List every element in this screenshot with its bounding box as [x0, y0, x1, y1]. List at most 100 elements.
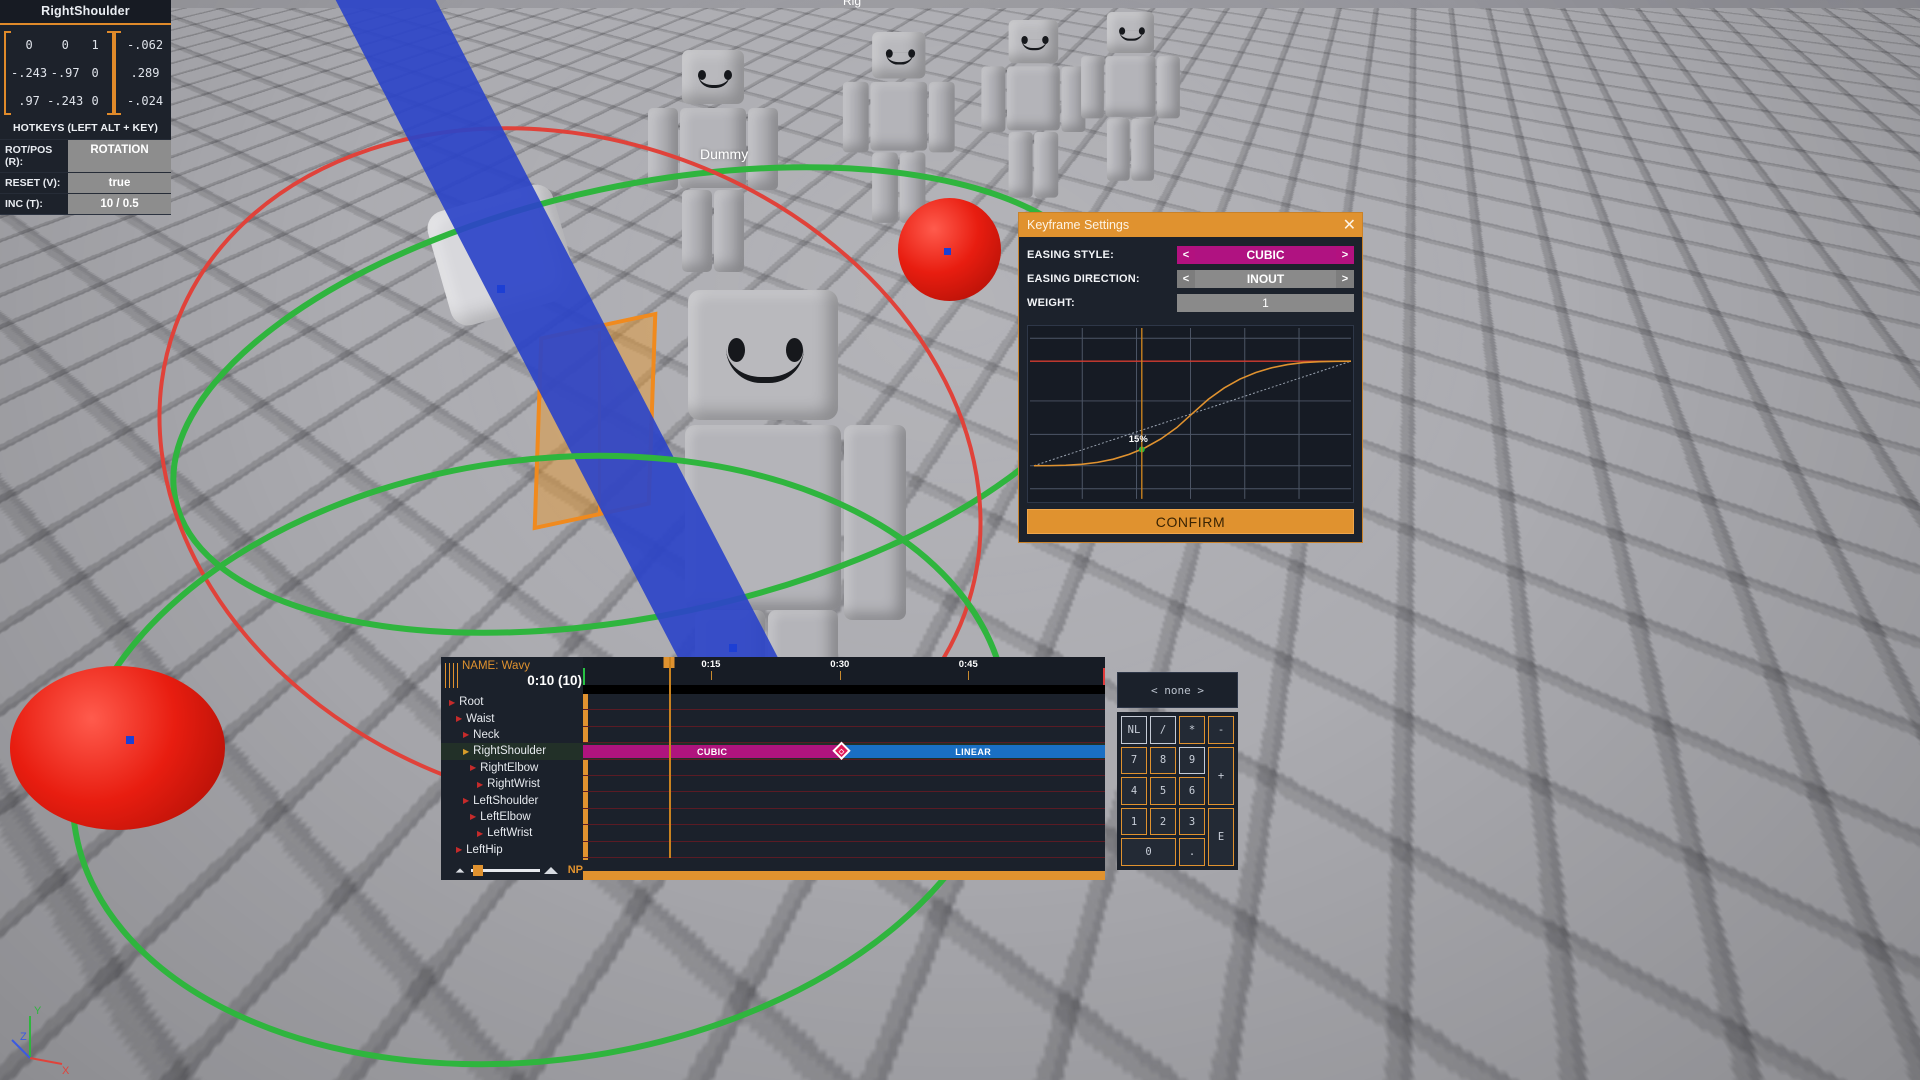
hotkey-row-reset[interactable]: RESET (V): true: [0, 172, 171, 193]
numpad-key-4[interactable]: 4: [1121, 777, 1147, 805]
rotation-handle-sphere[interactable]: [10, 666, 225, 830]
easing-curve-svg: [1029, 327, 1352, 499]
numpad-key-2[interactable]: 2: [1150, 807, 1176, 836]
bone-row-leftshoulder[interactable]: ▶ LeftShoulder: [441, 792, 583, 808]
3d-viewport[interactable]: Dummy Rig Z Y X: [0, 0, 1920, 1080]
expand-triangle-icon[interactable]: ▶: [449, 698, 455, 707]
hotkeys-header: HOTKEYS (LEFT ALT + KEY): [12, 122, 159, 134]
zoom-out-icon[interactable]: [455, 867, 465, 873]
expand-triangle-icon[interactable]: ▶: [456, 845, 462, 854]
transform-matrix: 0 0 1 -.243 -.97 0 .97 -.243 0 -.062 .28…: [0, 25, 171, 119]
timeline-ruler[interactable]: 0:15 0:30 0:45: [583, 657, 1105, 694]
track-row[interactable]: [583, 792, 1105, 808]
hotkey-label: RESET (V):: [5, 177, 61, 189]
track-row[interactable]: [583, 710, 1105, 726]
expand-triangle-icon[interactable]: ▶: [463, 730, 469, 739]
timeline-zoom-slider[interactable]: [471, 864, 540, 876]
timeline-bottom-accent: [583, 871, 1105, 880]
hotkey-value[interactable]: ROTATION: [68, 140, 171, 172]
bone-row-rightelbow[interactable]: ▶ RightElbow: [441, 760, 583, 776]
matrix-cell: -.243: [47, 94, 84, 108]
timeline-drag-grip[interactable]: [441, 657, 460, 694]
numpad-widget[interactable]: NL / * - 7 8 9 +4 5 6 1 2 3 E 0.: [1117, 712, 1238, 870]
app-root: Dummy Rig Z Y X RightShoulder 0 0 1 -.24…: [0, 0, 1920, 1080]
expand-triangle-icon[interactable]: ▶: [477, 829, 483, 838]
expand-triangle-icon[interactable]: ▶: [470, 812, 476, 821]
bone-name-label: LeftWrist: [487, 827, 533, 840]
track-row[interactable]: [583, 776, 1105, 792]
numpad-key-x[interactable]: +: [1208, 746, 1234, 805]
keyframe-settings-window[interactable]: Keyframe Settings ✕ EASING STYLE: < CUBI…: [1018, 212, 1363, 543]
bone-row-lefthip[interactable]: ▶ LeftHip: [441, 842, 583, 858]
bone-name-label: RightWrist: [487, 778, 540, 791]
easing-style-prev-button[interactable]: <: [1177, 246, 1195, 264]
track-row[interactable]: [583, 727, 1105, 743]
easing-direction-control[interactable]: < INOUT >: [1177, 270, 1354, 288]
easing-direction-next-button[interactable]: >: [1336, 270, 1354, 288]
easing-direction-value[interactable]: INOUT: [1195, 270, 1336, 288]
timeline-footer[interactable]: NP: [441, 860, 583, 880]
weight-input[interactable]: 1: [1177, 294, 1354, 312]
hotkey-row-rotpos[interactable]: ROT/POS (R): ROTATION: [0, 139, 171, 172]
bone-row-leftwrist[interactable]: ▶ LeftWrist: [441, 825, 583, 841]
easing-style-next-button[interactable]: >: [1336, 246, 1354, 264]
bone-name-label: RightElbow: [480, 761, 539, 774]
bone-row-rightwrist[interactable]: ▶ RightWrist: [441, 776, 583, 792]
current-time-display: 0:10 (10): [527, 673, 582, 688]
keyframe-segment-cubic[interactable]: CUBIC: [583, 745, 842, 759]
bone-row-neck[interactable]: ▶ Neck: [441, 727, 583, 743]
zoom-in-icon[interactable]: [543, 866, 558, 874]
keyframe-segment-linear[interactable]: LINEAR: [841, 745, 1105, 759]
close-icon[interactable]: ✕: [1343, 217, 1356, 233]
confirm-button[interactable]: CONFIRM: [1027, 509, 1354, 534]
expand-triangle-icon[interactable]: ▶: [456, 714, 462, 723]
numpad-key-6[interactable]: 6: [1179, 777, 1205, 805]
easing-curve-graph: 15%: [1027, 325, 1354, 503]
numpad-key-9[interactable]: 9: [1179, 746, 1205, 775]
expand-triangle-icon[interactable]: ▶: [477, 780, 483, 789]
numpad-toggle-label[interactable]: NP: [568, 864, 583, 876]
expand-triangle-icon[interactable]: ▶: [463, 747, 469, 756]
numpad-key-x[interactable]: .: [1179, 838, 1205, 866]
bone-hierarchy-list[interactable]: ▶ Root ▶ Waist ▶ Neck ▶ RightShoulder ▶ RightElbo…: [441, 694, 583, 880]
expand-triangle-icon[interactable]: ▶: [463, 796, 469, 805]
easing-style-control[interactable]: < CUBIC >: [1177, 246, 1354, 264]
hotkey-value[interactable]: 10 / 0.5: [68, 194, 171, 214]
ruler-progress-bar[interactable]: [583, 685, 1105, 694]
bone-row-root[interactable]: ▶ Root: [441, 694, 583, 710]
zoom-slider-knob[interactable]: [473, 864, 483, 876]
weight-label: WEIGHT:: [1027, 297, 1075, 309]
hotkey-row-inc[interactable]: INC (T): 10 / 0.5: [0, 193, 171, 214]
rotation-handle-center-dot: [944, 248, 951, 255]
numpad-key-5[interactable]: 5: [1150, 777, 1176, 805]
bone-row-waist[interactable]: ▶ Waist: [441, 710, 583, 726]
numpad-key-0[interactable]: 0: [1121, 838, 1176, 866]
numpad-key-x[interactable]: -: [1208, 716, 1234, 744]
numpad-key-1[interactable]: 1: [1121, 807, 1147, 836]
animation-timeline[interactable]: NAME: Wavy 0:10 (10) 0:15 0:30 0:45 ▶ Root ▶…: [441, 657, 1105, 880]
numpad-key-e[interactable]: E: [1208, 807, 1234, 866]
easing-direction-prev-button[interactable]: <: [1177, 270, 1195, 288]
numpad-key-8[interactable]: 8: [1150, 746, 1176, 775]
bone-transform-panel: RightShoulder 0 0 1 -.243 -.97 0 .97 -.2…: [0, 0, 171, 215]
bone-row-rightshoulder[interactable]: ▶ RightShoulder: [441, 743, 583, 760]
hotkey-value[interactable]: true: [68, 173, 171, 193]
ruler-tick-label: 0:30: [830, 659, 850, 670]
numpad-key-nl[interactable]: NL: [1121, 716, 1147, 744]
track-row[interactable]: [583, 809, 1105, 825]
track-row[interactable]: [583, 842, 1105, 858]
track-row[interactable]: [583, 760, 1105, 776]
keyframe-track-area[interactable]: CUBIC LINEAR ◇: [583, 657, 1105, 880]
easing-style-value[interactable]: CUBIC: [1195, 246, 1336, 264]
expand-triangle-icon[interactable]: ▶: [470, 763, 476, 772]
timeline-playhead[interactable]: [669, 657, 672, 858]
numpad-selection-display[interactable]: < none >: [1117, 672, 1238, 708]
numpad-key-7[interactable]: 7: [1121, 746, 1147, 775]
numpad-key-x[interactable]: /: [1150, 716, 1176, 744]
track-row[interactable]: [583, 694, 1105, 710]
bone-row-leftelbow[interactable]: ▶ LeftElbow: [441, 809, 583, 825]
numpad-key-x[interactable]: *: [1179, 716, 1205, 744]
keyframe-settings-titlebar[interactable]: Keyframe Settings ✕: [1019, 213, 1362, 237]
numpad-key-3[interactable]: 3: [1179, 807, 1205, 836]
track-row[interactable]: [583, 825, 1105, 841]
